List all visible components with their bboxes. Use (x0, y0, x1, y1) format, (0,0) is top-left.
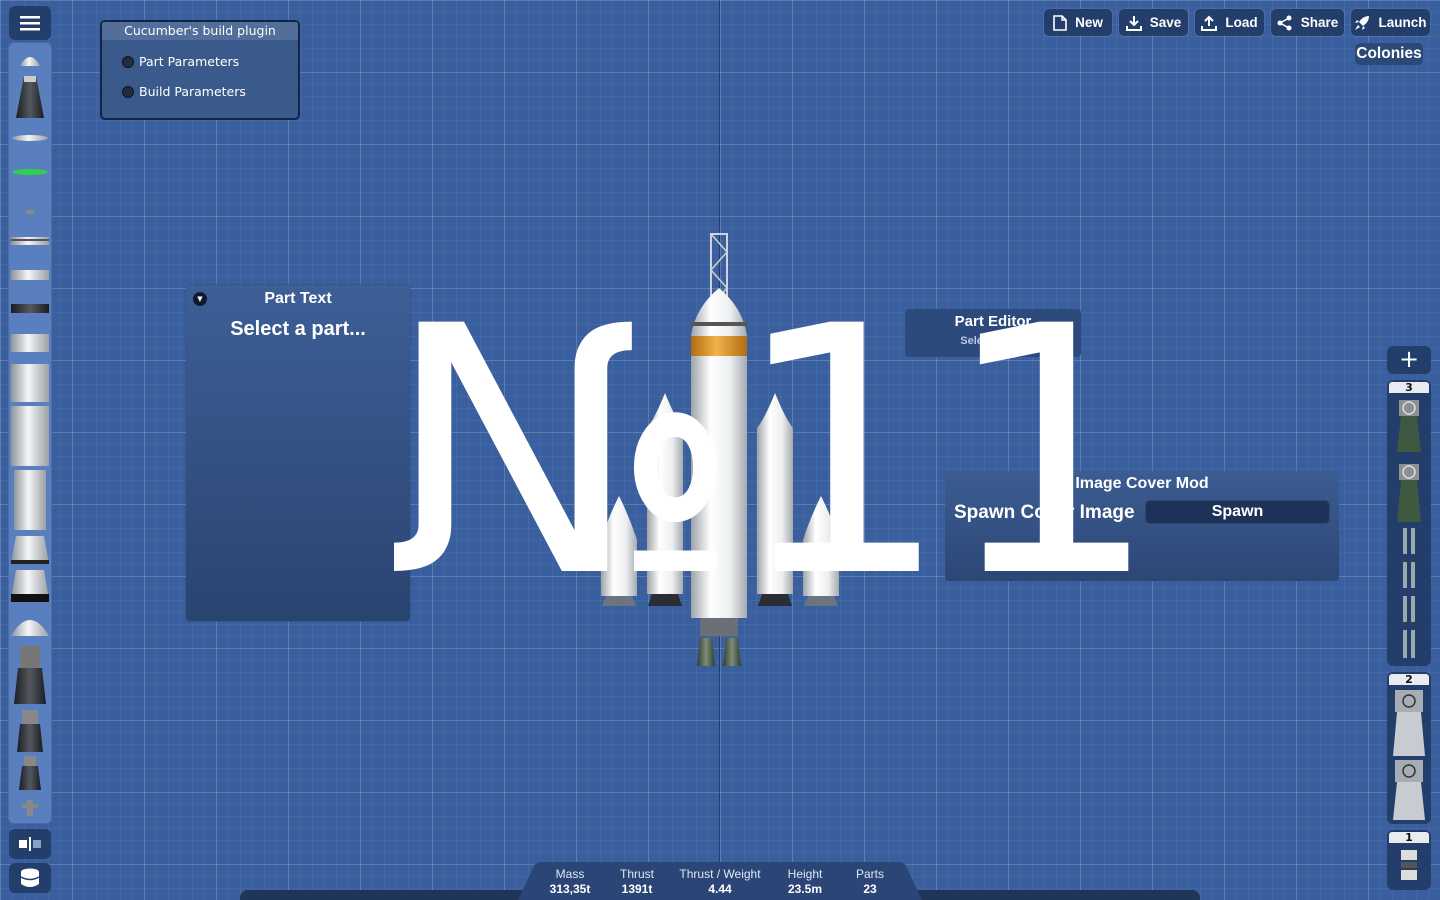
download-icon (1125, 15, 1142, 31)
stage-engine-icon[interactable] (1397, 464, 1421, 522)
add-stage-button[interactable]: + (1387, 346, 1431, 374)
stage-2[interactable]: 2 (1387, 672, 1431, 824)
stat-value: 4.44 (708, 882, 732, 896)
stage-engine-icon[interactable] (1397, 400, 1421, 452)
stat-label: Thrust / Weight (679, 867, 761, 881)
palette-part-engine-large[interactable] (14, 646, 46, 704)
part-editor-placeholder: Select a part (960, 335, 1026, 347)
part-palette[interactable] (8, 42, 52, 824)
palette-part-green-disc[interactable] (12, 169, 48, 175)
palette-part-ring[interactable] (11, 270, 49, 280)
stage-engine-icon[interactable] (1393, 760, 1425, 820)
booster-right-inner[interactable] (757, 393, 793, 606)
stat-value: 23 (863, 882, 877, 896)
share-button[interactable]: Share (1271, 9, 1344, 36)
upload-icon (1201, 15, 1218, 31)
palette-part-tank-short[interactable] (11, 334, 49, 352)
image-cover-title: Image Cover Mod (1075, 475, 1209, 492)
database-icon (20, 868, 40, 887)
new-file-icon (1053, 14, 1067, 31)
booster-left-outer[interactable] (601, 496, 637, 606)
image-cover-mod-panel: Image Cover Mod Spawn Cover Image Spawn (945, 471, 1339, 581)
plugin-item-label: Build Parameters (139, 84, 246, 99)
palette-part-tank-slim[interactable] (14, 470, 46, 530)
core-engines[interactable] (697, 618, 741, 666)
colonies-button[interactable]: Colonies (1355, 43, 1423, 65)
share-icon (1277, 15, 1292, 30)
booster-right-outer[interactable] (803, 496, 839, 606)
core-stage[interactable] (691, 356, 747, 618)
stage-decoupler-icon[interactable] (1403, 528, 1415, 554)
toggle-icon[interactable] (122, 55, 134, 68)
plus-icon: + (1398, 345, 1420, 373)
menu-button[interactable] (9, 6, 51, 40)
stats-panel: Mass 313,35t Thrust 1391t Thrust / Weigh… (510, 863, 930, 900)
command-capsule[interactable] (691, 288, 747, 336)
spawn-button[interactable]: Spawn (1145, 500, 1330, 524)
stat-parts: Parts 23 (850, 867, 890, 896)
palette-part-nose-small[interactable] (20, 57, 40, 66)
stat-mass: Mass 313,35t (544, 867, 596, 896)
palette-part-dome[interactable] (11, 620, 49, 636)
palette-part-dark-ring[interactable] (11, 304, 49, 313)
new-button[interactable]: New (1044, 9, 1112, 36)
stat-label: Thrust (619, 867, 654, 881)
stage-decoupler-icon[interactable] (1403, 596, 1415, 622)
palette-part-capsule[interactable] (16, 76, 44, 118)
palette-part-small-connector[interactable] (26, 210, 34, 214)
part-library-button[interactable] (9, 863, 51, 893)
palette-part-strut[interactable] (22, 800, 38, 816)
save-button[interactable]: Save (1119, 9, 1188, 36)
new-label: New (1075, 15, 1103, 30)
stage-decoupler-icon[interactable] (1403, 562, 1415, 588)
stage-3[interactable]: 3 (1387, 380, 1431, 666)
spawn-cover-label: Spawn Cover Image (954, 502, 1135, 523)
build-plugin-panel: Cucumber's build plugin Part Parameters … (100, 20, 300, 120)
palette-part-tank-medium[interactable] (11, 364, 49, 402)
launch-button[interactable]: Launch (1351, 9, 1430, 36)
fairing-band[interactable] (691, 336, 747, 356)
load-button[interactable]: Load (1195, 9, 1264, 36)
launch-label: Launch (1378, 15, 1427, 30)
plugin-title: Cucumber's build plugin (102, 22, 298, 40)
part-text-title: Part Text (264, 290, 332, 307)
hamburger-menu-icon (20, 16, 40, 31)
share-label: Share (1300, 15, 1339, 30)
plugin-item-part-parameters[interactable]: Part Parameters (122, 54, 239, 69)
stage-decoupler-icon[interactable] (1403, 630, 1415, 658)
part-editor-panel: Part Editor Select a part (905, 309, 1081, 357)
stat-value: 1391t (621, 882, 653, 896)
part-editor-title: Part Editor (954, 313, 1032, 330)
stat-value: 313,35t (549, 882, 591, 896)
stage-1[interactable]: 1 (1387, 830, 1431, 890)
stat-label: Height (787, 867, 823, 881)
palette-part-engine-small[interactable] (19, 756, 41, 790)
palette-part-adapter-dark[interactable] (11, 570, 49, 602)
symmetry-button[interactable] (9, 829, 51, 859)
palette-part-adapter[interactable] (11, 536, 49, 564)
rocket-craft[interactable] (570, 228, 870, 678)
symmetry-icon (19, 837, 41, 851)
stat-height: Height 23.5m (780, 867, 830, 896)
palette-part-decoupler[interactable] (11, 237, 49, 245)
stat-value: 23.5m (787, 882, 823, 896)
plugin-item-label: Part Parameters (139, 54, 240, 69)
palette-part-disc[interactable] (12, 135, 48, 141)
booster-left-inner[interactable] (647, 393, 683, 606)
stat-thrust: Thrust 1391t (614, 867, 660, 896)
stat-label: Parts (855, 867, 884, 881)
part-text-placeholder: Select a part... (230, 318, 366, 340)
part-text-panel: ▼ Part Text Select a part... (186, 285, 410, 621)
rocket-icon (1355, 15, 1370, 30)
stat-label: Mass (555, 867, 585, 881)
save-label: Save (1149, 15, 1182, 30)
load-label: Load (1225, 15, 1258, 30)
palette-part-tank-long[interactable] (11, 406, 49, 466)
palette-part-engine-medium[interactable] (17, 710, 43, 752)
toggle-icon[interactable] (122, 85, 134, 98)
stage-decoupler-icon[interactable] (1401, 850, 1417, 880)
stat-thrust-weight: Thrust / Weight 4.44 (674, 867, 766, 896)
stage-engine-icon[interactable] (1393, 690, 1425, 756)
plugin-item-build-parameters[interactable]: Build Parameters (122, 84, 246, 99)
